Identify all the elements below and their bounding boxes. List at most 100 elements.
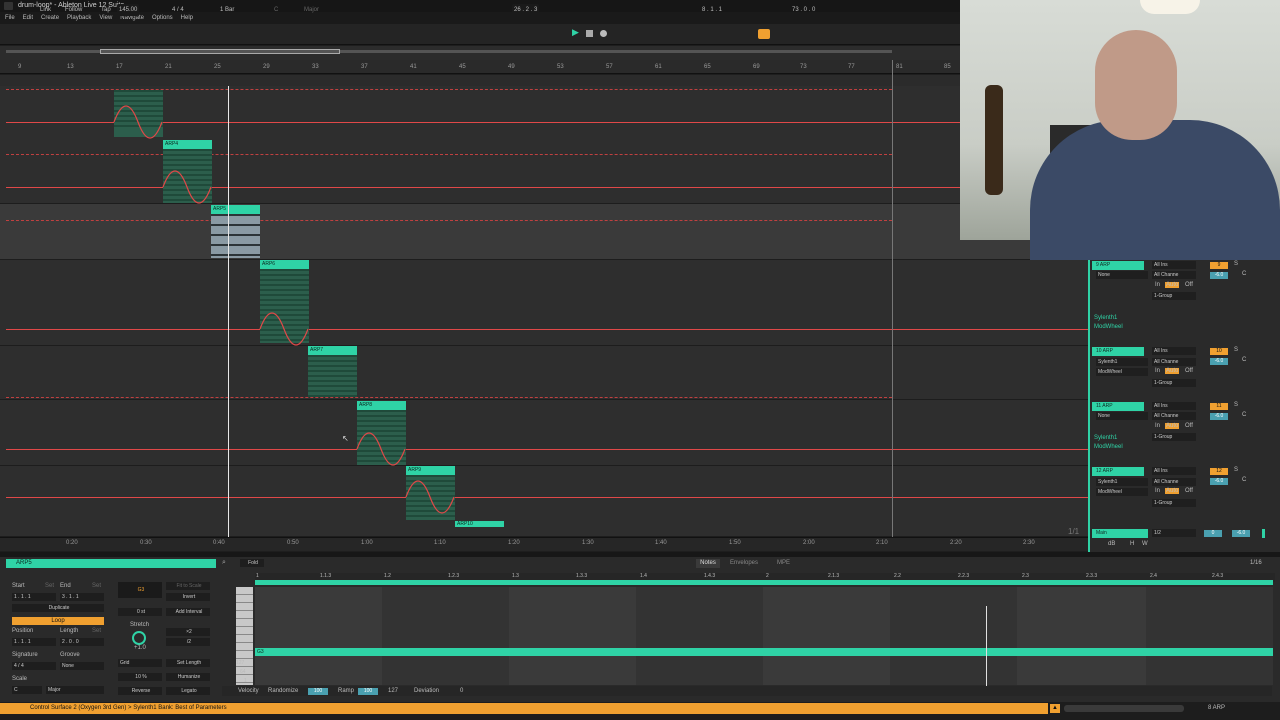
track-name-9[interactable]: 9 ARP [1092,261,1144,270]
automation-param-select[interactable]: ModWheel [1096,488,1148,496]
input-type-select[interactable]: All Ins [1152,261,1196,269]
deviation-value[interactable]: 0 [460,688,463,694]
input-channel-select[interactable]: All Channe [1152,358,1196,366]
output-select[interactable]: 1-Group [1152,292,1196,300]
tab-notes[interactable]: Notes [696,559,720,568]
length-field[interactable]: 2 . 0 . 0 [60,638,104,646]
automation-device-select[interactable]: Sylenth1 [1096,358,1148,366]
loop-start-field[interactable]: 8 . 1 . 1 [700,4,724,16]
track-number[interactable]: 12 [1210,468,1228,475]
tab-mpe[interactable]: MPE [777,560,790,566]
randomize-button[interactable]: Randomize [268,688,298,694]
volume-field[interactable]: -6.0 [1210,272,1228,279]
midi-from-select[interactable]: None [1096,412,1148,420]
input-channel-select[interactable]: All Channe [1152,271,1196,279]
input-type-select[interactable]: All Ins [1152,467,1196,475]
input-channel-select[interactable]: All Channe [1152,412,1196,420]
song-position-field[interactable]: 26 . 2 . 3 [512,4,540,16]
scale-name-select[interactable]: Major [46,686,104,694]
link-button[interactable]: Link [38,4,53,16]
end-set-button[interactable]: Set [92,583,101,589]
input-type-select[interactable]: All Ins [1152,347,1196,355]
reverse-button[interactable]: Reverse [118,687,162,695]
ramp-end[interactable]: 127 [388,688,398,694]
solo-button[interactable]: S [1234,467,1238,473]
main-volume-field[interactable]: 0 [1204,530,1222,537]
follow-button[interactable]: Follow [63,4,84,16]
add-interval-button[interactable]: Add Interval [166,608,210,616]
duplicate-button[interactable]: Duplicate [12,604,104,612]
menu-file[interactable]: File [5,12,15,24]
menu-edit[interactable]: Edit [23,12,33,24]
clip-loop-brace[interactable] [255,580,1273,585]
search-icon[interactable]: ⌕ [222,559,226,567]
main-output-select[interactable]: 1/2 [1152,529,1196,537]
main-pan-field[interactable]: -6.0 [1232,530,1250,537]
tab-envelopes[interactable]: Envelopes [730,560,758,566]
humanize-amount-field[interactable]: 10 % [118,673,162,681]
monitor-in[interactable]: In [1155,488,1160,494]
cue-button[interactable]: C [1242,412,1246,418]
time-signature-field[interactable]: 4 / 4 [170,4,186,16]
length-set-button[interactable]: Set [92,628,101,634]
legato-button[interactable]: Legato [166,687,210,695]
fold-button[interactable]: Fold [240,559,264,567]
end-field[interactable]: 3 . 1 . 1 [60,593,104,601]
fit-to-scale-button[interactable]: Fit to Scale [166,582,210,590]
automation-device[interactable]: Sylenth1 [1094,315,1117,321]
transpose-field[interactable]: 0 st [118,608,162,616]
invert-button[interactable]: Invert [166,593,210,601]
cue-button[interactable]: C [1242,271,1246,277]
overview-view-box[interactable] [100,49,340,54]
clip-title[interactable]: ARP5 [6,559,216,568]
input-channel-select[interactable]: All Channe [1152,478,1196,486]
volume-field[interactable]: -6.0 [1210,413,1228,420]
halve-button[interactable]: /2 [166,638,210,646]
automation-param-select[interactable]: ModWheel [1096,368,1148,376]
automation-parameter[interactable]: ModWheel [1094,324,1123,330]
output-select[interactable]: 1-Group [1152,499,1196,507]
loop-button[interactable]: Loop [12,617,104,625]
loop-switch-icon[interactable] [758,29,770,39]
ramp-button[interactable]: Ramp [338,688,354,694]
monitor-in[interactable]: In [1155,282,1160,288]
groove-select[interactable]: None [60,662,104,670]
time-ruler[interactable] [0,537,1088,551]
volume-field[interactable]: -6.0 [1210,358,1228,365]
output-select[interactable]: 1-Group [1152,379,1196,387]
scale-field[interactable]: Major [302,4,321,16]
monitor-off[interactable]: Off [1185,488,1193,494]
monitor-auto[interactable]: Auto [1165,488,1180,494]
cue-button[interactable]: C [1242,477,1246,483]
grid-select[interactable]: Grid [118,659,162,667]
loop-length-field[interactable]: 73 . 0 . 0 [790,4,817,16]
db-toggle[interactable]: dB [1108,541,1115,547]
monitor-auto[interactable]: Auto [1165,282,1180,288]
track-number[interactable]: 11 [1210,403,1228,410]
monitor-in[interactable]: In [1155,423,1160,429]
horizontal-scrollbar[interactable] [1064,705,1184,712]
solo-button[interactable]: S [1234,402,1238,408]
record-icon[interactable] [600,30,607,37]
ramp-start[interactable]: 100 [358,688,378,695]
cue-button[interactable]: C [1242,357,1246,363]
automation-parameter[interactable]: ModWheel [1094,444,1123,450]
monitor-off[interactable]: Off [1185,423,1193,429]
randomize-amount[interactable]: 100 [308,688,328,695]
solo-button[interactable]: S [1234,347,1238,353]
play-icon[interactable]: ▶ [570,28,581,40]
double-button[interactable]: ×2 [166,628,210,636]
input-type-select[interactable]: All Ins [1152,402,1196,410]
monitor-in[interactable]: In [1155,368,1160,374]
monitor-off[interactable]: Off [1185,368,1193,374]
midi-note[interactable]: G3 [255,648,1273,656]
key-field[interactable]: C [272,4,280,16]
beat-ruler[interactable] [0,60,960,74]
w-toggle[interactable]: W [1142,541,1148,547]
volume-field[interactable]: -6.0 [1210,478,1228,485]
monitor-auto[interactable]: Auto [1165,368,1180,374]
tap-tempo-button[interactable]: Tap [99,4,113,16]
grid-value[interactable]: 1/16 [1250,560,1262,566]
signature-field[interactable]: 4 / 4 [12,662,56,670]
monitor-auto[interactable]: Auto [1165,423,1180,429]
